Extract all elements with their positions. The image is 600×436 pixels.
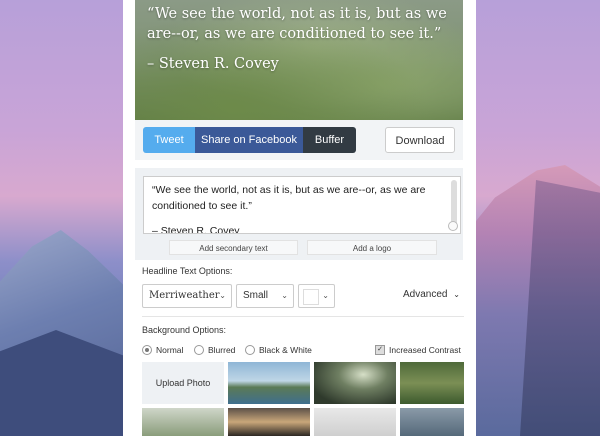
add-secondary-text-button[interactable]: Add secondary text: [169, 240, 298, 255]
radio-black-white[interactable]: Black & White: [245, 344, 312, 358]
background-thumbnail-sunset[interactable]: [228, 408, 310, 436]
background-thumbnail-lake[interactable]: [228, 362, 310, 404]
chevron-down-icon: ⌄: [453, 290, 460, 299]
increased-contrast-label: Increased Contrast: [389, 345, 461, 355]
upload-photo-button[interactable]: Upload Photo: [142, 362, 224, 404]
quote-text-editor: “We see the world, not as it is, but as …: [135, 168, 463, 260]
preview-quote-text: “We see the world, not as it is, but as …: [147, 6, 447, 42]
preview-author-text: – Steven R. Covey: [147, 56, 279, 72]
radio-icon: [194, 344, 204, 355]
quote-textarea[interactable]: “We see the world, not as it is, but as …: [143, 176, 461, 234]
buffer-button[interactable]: Buffer: [303, 127, 356, 153]
size-select[interactable]: Small ⌄: [236, 284, 294, 308]
quote-image-preview: “We see the world, not as it is, but as …: [135, 0, 463, 120]
advanced-label: Advanced: [403, 289, 448, 300]
color-select[interactable]: ⌄: [298, 284, 335, 308]
radio-normal-label: Normal: [156, 345, 184, 355]
radio-black-white-label: Black & White: [259, 345, 312, 355]
background-thumbnail-sea[interactable]: [400, 408, 464, 436]
share-facebook-button[interactable]: Share on Facebook: [195, 127, 303, 153]
radio-blurred-label: Blurred: [208, 345, 236, 355]
font-select-value: Merriweather: [149, 290, 220, 301]
textarea-line-3: – Steven R. Covey: [152, 225, 240, 234]
textarea-line-2: conditioned to see it.”: [152, 199, 252, 212]
radio-selected-icon: [142, 344, 152, 355]
section-divider: [142, 316, 464, 317]
add-logo-button[interactable]: Add a logo: [307, 240, 437, 255]
background-thumbnail-field[interactable]: [142, 408, 224, 436]
headline-options-label: Headline Text Options:: [142, 266, 233, 276]
advanced-toggle[interactable]: Advanced ⌄: [403, 289, 460, 300]
font-select[interactable]: Merriweather ⌄: [142, 284, 232, 308]
background-options-label: Background Options:: [142, 325, 227, 335]
background-thumbnail-forest[interactable]: [314, 362, 396, 404]
checkmark-icon: ✓: [375, 344, 385, 355]
background-thumbnail-white[interactable]: [314, 408, 396, 436]
size-select-value: Small: [243, 290, 269, 301]
share-toolbar: Tweet Share on Facebook Buffer Download: [135, 120, 463, 160]
quote-image-editor-panel: “We see the world, not as it is, but as …: [123, 0, 476, 436]
radio-icon: [245, 344, 255, 355]
background-thumbnail-trees[interactable]: [400, 362, 464, 404]
radio-normal[interactable]: Normal: [142, 344, 183, 358]
chevron-down-icon: ⌄: [281, 291, 288, 300]
radio-blurred[interactable]: Blurred: [194, 344, 235, 358]
textarea-line-1: “We see the world, not as it is, but as …: [152, 184, 426, 196]
textarea-scrollbar[interactable]: [451, 180, 457, 226]
resize-handle-icon[interactable]: [448, 221, 458, 231]
background-filter-options: Normal Blurred Black & White ✓ Increased …: [142, 344, 464, 358]
increased-contrast-checkbox[interactable]: ✓ Increased Contrast: [375, 344, 461, 358]
chevron-down-icon: ⌄: [322, 291, 329, 300]
color-swatch: [303, 289, 319, 305]
chevron-down-icon: ⌄: [219, 291, 226, 300]
download-button[interactable]: Download: [385, 127, 455, 153]
tweet-button[interactable]: Tweet: [143, 127, 195, 153]
